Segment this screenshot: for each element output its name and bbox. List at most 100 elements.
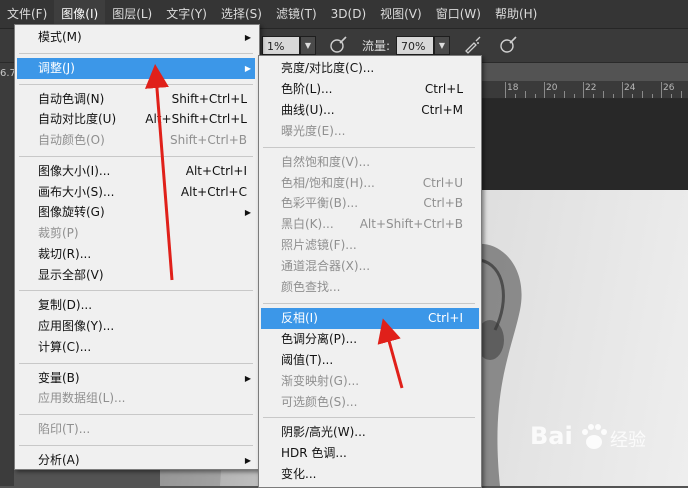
ruler-tick-minor — [642, 91, 643, 98]
menu-item-label: 自动对比度(U) — [38, 112, 117, 127]
menu-item-label: 阴影/高光(W)... — [281, 425, 366, 440]
menu-separator — [263, 302, 475, 304]
ruler-tick-label: 24 — [624, 83, 636, 93]
airbrush-pressure-icon[interactable] — [328, 35, 348, 55]
menu-item-label: 复制(D)... — [38, 298, 93, 313]
image-menu-item-裁剪: 裁剪(P) — [17, 223, 255, 244]
menu-item-shortcut: Ctrl+M — [421, 102, 463, 117]
adjust-menu-item-色相-饱和度: 色相/饱和度(H)... Ctrl+U — [261, 173, 479, 194]
flow-label: 流量: — [362, 39, 391, 53]
image-menu-item-调整[interactable]: 调整(J) ▶ — [17, 57, 255, 79]
adjust-menu-item-渐变映射: 渐变映射(G)... — [261, 371, 479, 392]
ruler-tick-label: 20 — [546, 83, 558, 93]
flow-dropdown-button[interactable]: ▼ — [434, 36, 450, 55]
menubar-item-滤镜[interactable]: 滤镜(T) — [269, 0, 324, 28]
flow-field[interactable]: 70% — [396, 36, 434, 55]
adjust-menu-item-色调分离[interactable]: 色调分离(P)... — [261, 329, 479, 350]
ruler-tick-major — [583, 82, 584, 98]
menu-item-label: 色调分离(P)... — [281, 331, 358, 346]
ruler-tick-major — [544, 82, 545, 98]
menu-item-shortcut: Ctrl+U — [422, 175, 463, 190]
adjust-menu-item-曲线[interactable]: 曲线(U)... Ctrl+M — [261, 100, 479, 121]
menu-separator — [19, 414, 253, 415]
menu-item-label: 画布大小(S)... — [38, 184, 115, 199]
menu-item-label: 变量(B) — [38, 370, 80, 385]
menubar-item-3d[interactable]: 3D(D) — [324, 0, 373, 28]
menu-item-label: 自动色调(N) — [38, 91, 105, 106]
ruler-tick-label: 22 — [585, 83, 597, 93]
menu-item-label: 显示全部(V) — [38, 267, 104, 282]
adjust-menu-item-阈值[interactable]: 阈值(T)... — [261, 350, 479, 371]
menu-item-label: 自动颜色(O) — [38, 133, 105, 147]
menu-separator — [263, 146, 475, 148]
ruler-tick-minor — [603, 91, 604, 98]
adjust-menu-item-亮度-对比度[interactable]: 亮度/对比度(C)... — [261, 58, 479, 79]
menu-item-label: 计算(C)... — [38, 339, 92, 354]
ruler-tick-major — [661, 82, 662, 98]
adjust-menu-item-色阶[interactable]: 色阶(L)... Ctrl+L — [261, 79, 479, 100]
image-menu-item-分析[interactable]: 分析(A) ▶ — [17, 450, 255, 471]
menu-item-label: 调整(J) — [38, 60, 75, 75]
menu-item-label: 陷印(T)... — [38, 422, 91, 436]
horizontal-ruler: 18 20 22 24 26 — [480, 81, 688, 99]
menubar-item-视图[interactable]: 视图(V) — [373, 0, 429, 28]
ruler-tick-minor — [574, 94, 575, 98]
submenu-arrow-icon: ▶ — [244, 33, 251, 42]
menu-item-label: 色相/饱和度(H)... — [281, 175, 375, 190]
opacity-dropdown-button[interactable]: ▼ — [300, 36, 316, 55]
paw-icon — [582, 424, 607, 449]
menu-item-label: 亮度/对比度(C)... — [281, 61, 375, 75]
ruler-tick-minor — [525, 91, 526, 98]
image-menu-item-自动色调[interactable]: 自动色调(N) Shift+Ctrl+L — [17, 89, 255, 110]
ruler-tick-minor — [593, 94, 594, 98]
image-menu-item-应用数据组: 应用数据组(L)... — [17, 388, 255, 409]
image-menu-item-画布大小[interactable]: 画布大小(S)... Alt+Ctrl+C — [17, 182, 255, 203]
watermark-logo-text: Bai — [530, 422, 573, 450]
menu-item-shortcut: Shift+Ctrl+B — [170, 133, 247, 147]
adjust-menu-item-hdr-色调[interactable]: HDR 色调... — [261, 443, 479, 464]
airbrush-icon[interactable] — [462, 35, 482, 55]
ruler-tick-minor — [554, 94, 555, 98]
ruler-tick-minor — [632, 94, 633, 98]
image-menu-item-复制[interactable]: 复制(D)... — [17, 295, 255, 316]
tablet-pressure-size-icon[interactable] — [498, 35, 518, 55]
ruler-tick-label: 26 — [663, 83, 675, 93]
menu-item-label: 反相(I) — [281, 310, 318, 325]
image-menu-item-计算[interactable]: 计算(C)... — [17, 337, 255, 358]
adjust-menu-item-变化[interactable]: 变化... — [261, 464, 479, 485]
menubar-item-帮助[interactable]: 帮助(H) — [488, 0, 544, 28]
opacity-value: 1% — [267, 40, 285, 53]
opacity-field[interactable]: 1% — [262, 36, 300, 55]
menu-item-shortcut: Shift+Ctrl+L — [171, 91, 247, 106]
adjust-menu-item-反相[interactable]: 反相(I) Ctrl+I — [261, 307, 479, 329]
menubar-item-窗口[interactable]: 窗口(W) — [429, 0, 488, 28]
menu-item-shortcut: Alt+Ctrl+C — [180, 184, 247, 199]
image-menu-item-变量[interactable]: 变量(B) ▶ — [17, 368, 255, 389]
image-menu-item-模式[interactable]: 模式(M) ▶ — [17, 27, 255, 48]
watermark-suffix: 经验 — [610, 430, 646, 451]
menu-item-label: 黑白(K)... — [281, 217, 334, 232]
image-menu-item-裁切[interactable]: 裁切(R)... — [17, 244, 255, 265]
menu-item-label: 曲线(U)... — [281, 102, 335, 117]
menu-item-shortcut: Ctrl+L — [424, 81, 463, 96]
tools-panel-edge: 6.7 — [0, 63, 16, 486]
image-menu-item-自动对比度[interactable]: 自动对比度(U) Alt+Shift+Ctrl+L — [17, 109, 255, 130]
submenu-arrow-icon: ▶ — [244, 373, 251, 383]
menu-item-label: 应用数据组(L)... — [38, 391, 126, 406]
image-menu-item-图像大小[interactable]: 图像大小(I)... Alt+Ctrl+I — [17, 161, 255, 182]
image-menu-item-显示全部[interactable]: 显示全部(V) — [17, 265, 255, 286]
menu-item-label: 自然饱和度(V)... — [281, 154, 371, 169]
image-menu-item-应用图像[interactable]: 应用图像(Y)... — [17, 316, 255, 337]
submenu-arrow-icon: ▶ — [244, 208, 251, 218]
image-menu-item-图像旋转[interactable]: 图像旋转(G) ▶ — [17, 202, 255, 223]
menu-item-label: 裁剪(P) — [38, 226, 79, 240]
menu-item-label: 颜色查找... — [281, 280, 341, 294]
menu-separator — [19, 362, 253, 364]
image-menu-dropdown: 模式(M) ▶ 调整(J) ▶ 自动色调(N) Shift+Ctrl+L 自动对比度(U) A… — [14, 24, 260, 470]
adjust-menu-item-阴影-高光[interactable]: 阴影/高光(W)... — [261, 422, 479, 443]
menu-item-shortcut: Alt+Ctrl+I — [185, 163, 247, 178]
ruler-tick-minor — [564, 91, 565, 98]
ruler-tick-minor — [671, 94, 672, 98]
adjust-menu-item-照片滤镜: 照片滤镜(F)... — [261, 235, 479, 256]
menu-separator — [19, 155, 253, 157]
